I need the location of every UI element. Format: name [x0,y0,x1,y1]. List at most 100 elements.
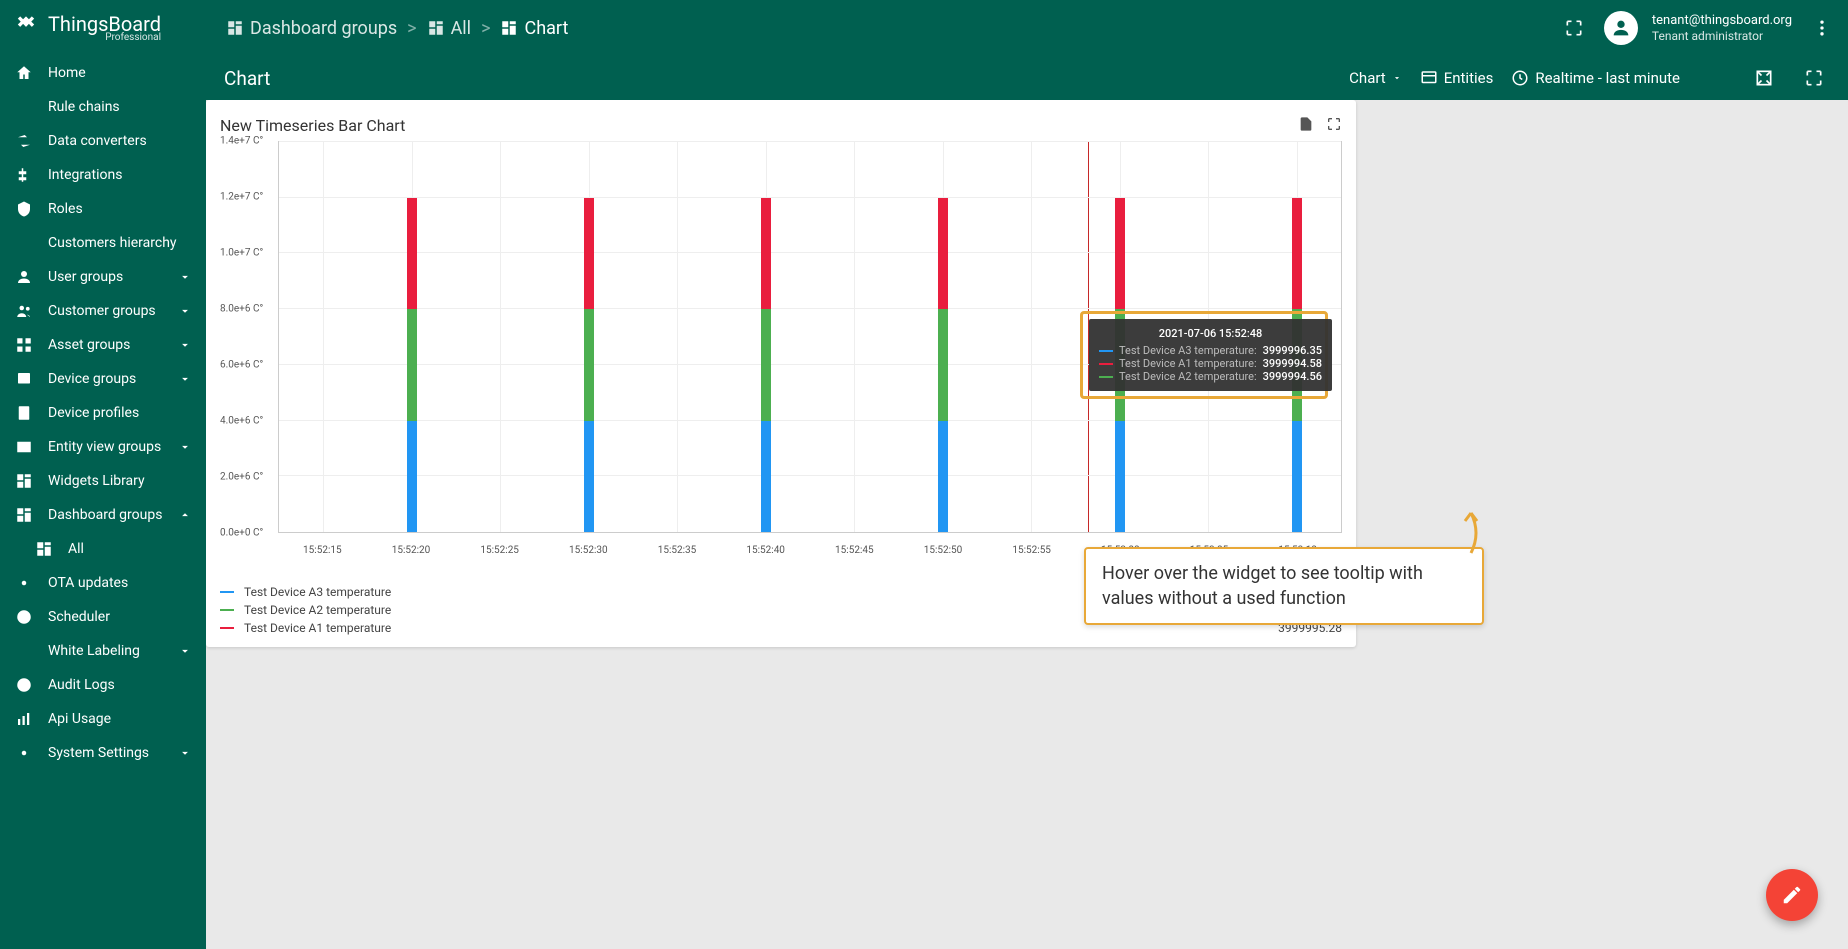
chevron-down-icon [178,746,192,760]
x-tick: 15:52:50 [924,545,963,556]
user-info[interactable]: tenant@thingsboard.org Tenant administra… [1652,13,1792,43]
sidebar-label: Entity view groups [48,439,164,455]
sidebar: Home Rule chainsData convertersIntegratio… [0,56,206,949]
breadcrumb-dashboard-groups[interactable]: Dashboard groups [226,18,397,39]
sidebar-item-device-profiles[interactable]: Device profiles [0,396,206,430]
legend-label: Test Device A3 temperature [244,585,391,599]
x-tick: 15:52:25 [480,545,519,556]
breadcrumb-all[interactable]: All [427,18,472,39]
schedule-icon [14,607,34,627]
fullscreen-dashboard-icon[interactable] [1798,62,1830,94]
sidebar-label: User groups [48,269,164,285]
x-tick: 15:52:55 [1012,545,1051,556]
ota-icon [14,573,34,593]
export-icon[interactable] [1698,62,1730,94]
shield-icon [14,199,34,219]
bar-group[interactable] [584,142,594,532]
rule-icon [14,97,34,117]
sidebar-label: Asset groups [48,337,164,353]
fullscreen-icon[interactable] [1558,12,1590,44]
profile-icon [14,403,34,423]
sidebar-item-white-labeling[interactable]: White Labeling [0,634,206,668]
entities-icon [1420,69,1438,87]
sidebar-item-api-usage[interactable]: Api Usage [0,702,206,736]
chevron-down-icon [178,304,192,318]
sidebar-item-integrations[interactable]: Integrations [0,158,206,192]
x-tick: 15:52:20 [392,545,431,556]
sidebar-item-all[interactable]: All [0,532,206,566]
brand-name: ThingsBoard [48,14,161,34]
entity-icon [14,437,34,457]
legend-label: Test Device A2 temperature [244,603,391,617]
edit-fab-button[interactable] [1766,869,1818,921]
bar-group[interactable] [938,142,948,532]
sidebar-item-data-converters[interactable]: Data converters [0,124,206,158]
breadcrumbs: Dashboard groups > All > Chart [206,18,568,39]
asset-icon [14,335,34,355]
sidebar-item-audit-logs[interactable]: Audit Logs [0,668,206,702]
sidebar-item-system-settings[interactable]: System Settings [0,736,206,770]
sidebar-label: OTA updates [48,575,192,591]
sidebar-item-dashboard-groups[interactable]: Dashboard groups [0,498,206,532]
sidebar-label: White Labeling [48,643,164,659]
widgets-icon [14,471,34,491]
sidebar-label: Widgets Library [48,473,192,489]
sidebar-item-ota-updates[interactable]: OTA updates [0,566,206,600]
sidebar-item-rule-chains[interactable]: Rule chains [0,90,206,124]
sidebar-item-asset-groups[interactable]: Asset groups [0,328,206,362]
sidebar-item-customer-groups[interactable]: Customer groups [0,294,206,328]
x-tick: 15:52:15 [303,545,342,556]
entities-button[interactable]: Entities [1420,69,1494,87]
timewindow-button[interactable]: Realtime - last minute [1511,69,1680,87]
chevron-down-icon [178,270,192,284]
chart-tooltip: 2021-07-06 15:52:48 Test Device A3 tempe… [1089,319,1332,391]
sidebar-label: Customer groups [48,303,164,319]
home-icon [14,63,34,83]
sidebar-label: System Settings [48,745,164,761]
dashboard-icon [14,505,34,525]
chevron-up-icon [178,508,192,522]
convert-icon [14,131,34,151]
integration-icon [14,165,34,185]
y-tick: 8.0e+6 C° [220,304,263,315]
widget-export-icon[interactable] [1298,116,1314,135]
annotation-callout: Hover over the widget to see tooltip wit… [1084,547,1484,625]
logo[interactable]: ThingsBoard Professional [0,14,206,43]
sidebar-item-user-groups[interactable]: User groups [0,260,206,294]
tooltip-row: Test Device A1 temperature:3999994.58 [1099,357,1322,370]
sidebar-label: Api Usage [48,711,192,727]
sidebar-item-home[interactable]: Home [0,56,206,90]
more-icon[interactable] [1806,12,1838,44]
sidebar-label: Roles [48,201,192,217]
breadcrumb-label: Dashboard groups [250,18,397,39]
sidebar-label: Customers hierarchy [48,235,192,251]
sidebar-item-scheduler[interactable]: Scheduler [0,600,206,634]
logo-icon [12,14,40,42]
sidebar-item-widgets-library[interactable]: Widgets Library [0,464,206,498]
chart-selector[interactable]: Chart [1349,69,1402,87]
sidebar-item-entity-view-groups[interactable]: Entity view groups [0,430,206,464]
dashboard-icon [34,539,54,559]
expand-dashboard-icon[interactable] [1748,62,1780,94]
chevron-down-icon [178,644,192,658]
legend-swatch [220,609,234,611]
widget-fullscreen-icon[interactable] [1326,116,1342,135]
legend-swatch [220,627,234,629]
sidebar-item-customers-hierarchy[interactable]: Customers hierarchy [0,226,206,260]
page-title: Chart [224,67,270,90]
breadcrumb-separator: > [407,18,416,39]
breadcrumb-chart[interactable]: Chart [500,18,568,39]
chevron-down-icon [178,372,192,386]
sidebar-label: Audit Logs [48,677,192,693]
x-tick: 15:52:45 [835,545,874,556]
bar-group[interactable] [407,142,417,532]
tooltip-row: Test Device A3 temperature:3999996.35 [1099,344,1322,357]
sidebar-label: Home [48,65,192,81]
bar-group[interactable] [761,142,771,532]
breadcrumb-label: Chart [524,18,568,39]
sidebar-item-roles[interactable]: Roles [0,192,206,226]
tooltip-row: Test Device A2 temperature:3999994.56 [1099,370,1322,383]
chart-plot[interactable]: 0.0e+0 C°2.0e+6 C°4.0e+6 C°6.0e+6 C°8.0e… [220,141,1342,561]
sidebar-item-device-groups[interactable]: Device groups [0,362,206,396]
avatar-icon[interactable] [1604,11,1638,45]
